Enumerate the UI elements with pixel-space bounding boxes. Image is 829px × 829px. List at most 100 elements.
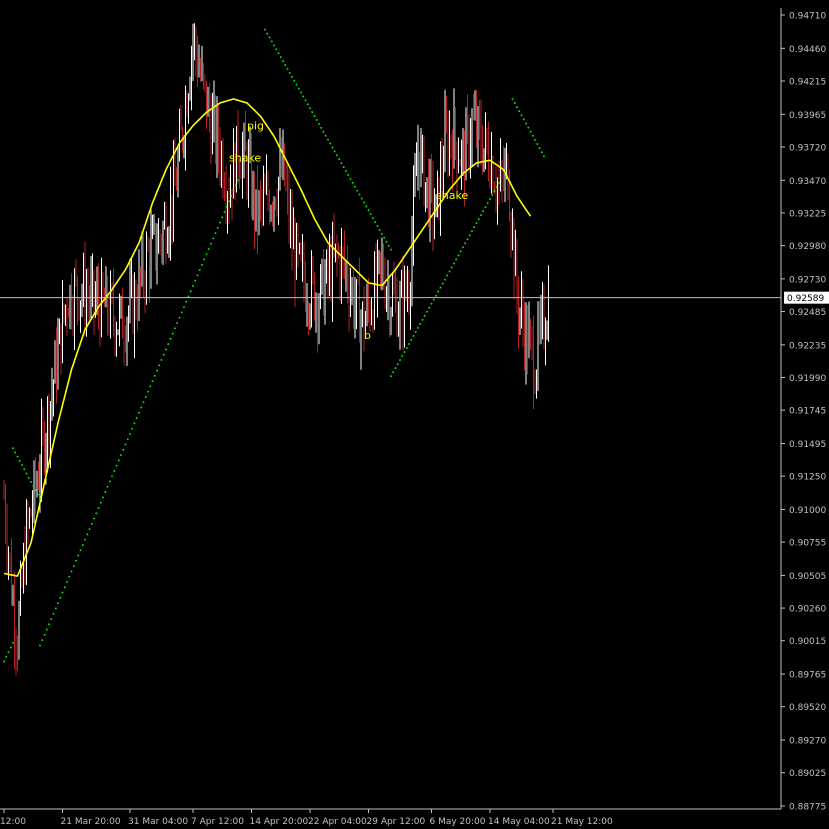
- price-tick-label: 0.92235: [789, 341, 826, 351]
- price-tick-label: 0.89520: [789, 703, 826, 713]
- stop-dot: [127, 438, 129, 441]
- stop-dot: [86, 533, 89, 536]
- time-tick-label: 22 Apr 04:00: [308, 817, 367, 827]
- stop-dot: [518, 110, 521, 112]
- stop-dot: [178, 316, 181, 319]
- stop-dot: [189, 290, 192, 293]
- stop-dot: [41, 639, 44, 641]
- time-tick-label: 12:00: [0, 817, 26, 827]
- stop-dot: [333, 150, 336, 153]
- stop-dot: [198, 269, 201, 271]
- stop-dot: [354, 185, 356, 188]
- time-tick-label: 21 Mar 20:00: [61, 817, 121, 827]
- stop-dot: [120, 454, 122, 456]
- stop-dot: [270, 40, 273, 43]
- stop-dot: [511, 98, 514, 100]
- stop-dot: [313, 115, 316, 117]
- stop-dot: [541, 151, 543, 153]
- stop-dot: [223, 211, 226, 213]
- stop-dot: [405, 347, 408, 349]
- price-tick-label: 0.89270: [789, 737, 826, 747]
- stop-dot: [75, 560, 77, 562]
- stop-dot: [304, 99, 307, 102]
- price-tick-label: 0.90505: [789, 572, 826, 582]
- stop-dot: [351, 182, 354, 184]
- stop-dot: [538, 147, 541, 149]
- stop-dot: [129, 433, 131, 435]
- price-tick-label: 0.91000: [789, 506, 826, 516]
- stop-dot: [302, 95, 304, 98]
- price-tick-label: 0.91990: [789, 374, 826, 384]
- stop-dot: [466, 238, 469, 241]
- stop-dot: [5, 655, 8, 658]
- price-tick-label: 0.93225: [789, 209, 826, 219]
- stop-dot: [174, 327, 176, 330]
- stop-dot: [390, 248, 392, 251]
- stop-dot: [234, 184, 237, 187]
- time-tick-label: 6 May 20:00: [430, 817, 486, 827]
- stop-dot: [381, 233, 383, 235]
- stop-dot: [468, 234, 471, 237]
- stop-dot: [18, 460, 21, 462]
- stop-dot: [360, 197, 363, 200]
- stop-dot: [464, 242, 466, 245]
- stop-dot: [480, 214, 482, 216]
- stop-dot: [30, 481, 32, 483]
- stop-dot: [383, 237, 385, 239]
- stop-dot: [450, 266, 453, 269]
- stop-dot: [309, 107, 311, 109]
- stop-dot: [9, 646, 12, 649]
- stop-dot: [435, 294, 437, 297]
- price-tick-label: 0.92485: [789, 308, 826, 318]
- stop-dot: [106, 486, 109, 488]
- stop-dot: [482, 210, 484, 212]
- stop-dot: [516, 106, 518, 108]
- stop-dot: [329, 142, 331, 145]
- stop-dot: [88, 528, 91, 530]
- stop-dot: [77, 554, 80, 557]
- stop-dot: [39, 644, 41, 647]
- stop-dot: [498, 182, 500, 184]
- stop-dot: [426, 311, 428, 313]
- stop-dot: [336, 154, 338, 157]
- price-tick-label: 0.94460: [789, 45, 826, 55]
- time-tick-label: 21 May 12:00: [551, 817, 613, 827]
- stop-dot: [52, 612, 55, 615]
- stop-dot: [264, 28, 266, 31]
- stop-dot: [268, 36, 271, 39]
- stop-dot: [322, 131, 325, 133]
- stop-dot: [221, 216, 223, 219]
- stop-dot: [432, 298, 435, 301]
- annotation-label: b: [364, 329, 371, 342]
- stop-dot: [57, 602, 59, 604]
- stop-dot: [390, 375, 392, 377]
- stop-dot: [39, 498, 41, 500]
- stop-dot: [437, 290, 439, 293]
- stop-dot: [306, 103, 309, 106]
- stop-dot: [527, 126, 530, 129]
- stop-dot: [66, 581, 68, 583]
- stop-dot: [475, 222, 478, 224]
- stop-dot: [167, 343, 169, 345]
- price-tick-label: 0.93470: [789, 177, 826, 187]
- stop-dot: [153, 375, 156, 377]
- stop-dot: [70, 570, 73, 573]
- stop-dot: [196, 274, 199, 277]
- price-tick-label: 0.93965: [789, 111, 826, 121]
- stop-dot: [79, 549, 82, 552]
- stop-dot: [369, 213, 372, 215]
- stop-dot: [453, 262, 455, 265]
- price-tick-label: 0.94710: [789, 12, 826, 22]
- stop-dot: [187, 295, 190, 298]
- time-tick-label: 14 May 04:00: [488, 817, 550, 827]
- stop-dot: [324, 134, 327, 137]
- stop-dot: [192, 285, 194, 287]
- stop-dot: [358, 193, 361, 196]
- stop-dot: [61, 591, 64, 594]
- price-tick-label: 0.88775: [789, 803, 826, 813]
- stop-dot: [84, 538, 86, 541]
- stop-dot: [401, 355, 403, 357]
- price-chart[interactable]: pig shake shake b 0.94710 0.94460 0.94215 0.93…: [0, 0, 829, 829]
- price-tick-label: 0.92980: [789, 242, 826, 252]
- stop-dot: [228, 200, 230, 203]
